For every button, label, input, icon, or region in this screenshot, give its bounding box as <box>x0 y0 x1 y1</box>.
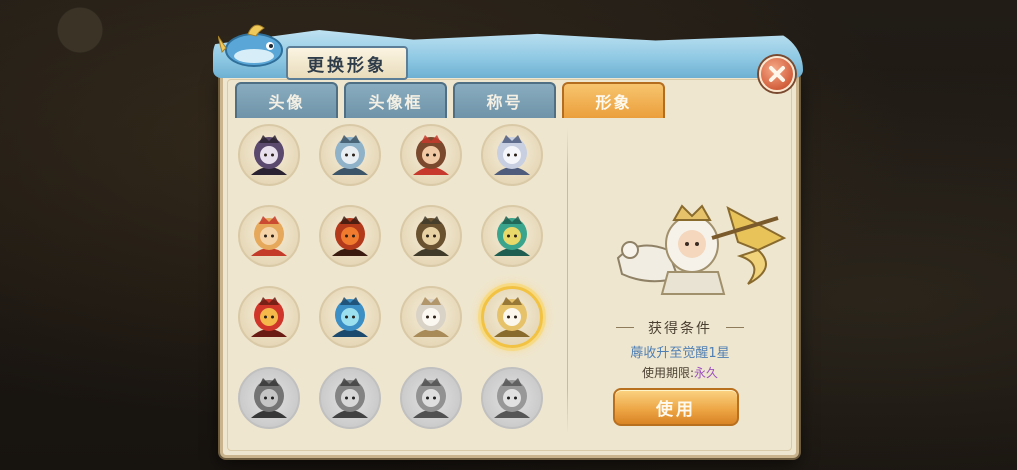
appearance-slot[interactable] <box>319 205 381 267</box>
appearance-grid-panel[interactable] <box>230 120 566 440</box>
appearance-slot[interactable] <box>319 286 381 348</box>
appearance-slot[interactable] <box>319 367 381 429</box>
appearance-slot[interactable] <box>481 367 543 429</box>
hero-horned-warrior-icon <box>413 216 449 256</box>
appearance-slot[interactable] <box>481 205 543 267</box>
hero-silver-armored-icon <box>332 135 368 175</box>
appearance-slot[interactable] <box>238 367 300 429</box>
hero-monk-icon <box>251 216 287 256</box>
hero-fox-ear-girl-icon <box>413 135 449 175</box>
hero-red-dragon-icon <box>251 297 287 337</box>
appearance-slot[interactable] <box>400 286 462 348</box>
hero-golden-crown-icon <box>494 297 530 337</box>
hero-armored-general-icon <box>251 378 287 418</box>
appearance-slot[interactable] <box>238 205 300 267</box>
period-label: 使用期限: <box>641 366 695 380</box>
hero-long-hair-icon <box>332 378 368 418</box>
use-button[interactable]: 使用 <box>613 388 739 426</box>
hero-white-fox-icon <box>413 297 449 337</box>
fish-mascot-icon <box>218 24 283 67</box>
condition-title: 获得条件 <box>616 318 744 338</box>
appearance-slot[interactable] <box>400 124 462 186</box>
tab-avatar[interactable]: 头像 <box>235 82 338 118</box>
appearance-slot[interactable] <box>481 124 543 186</box>
tab-avatar-frame[interactable]: 头像框 <box>344 82 447 118</box>
hero-twin-tail-icon <box>413 378 449 418</box>
close-icon <box>769 66 785 82</box>
appearance-slot[interactable] <box>238 286 300 348</box>
hero-wild-mane-icon <box>494 378 530 418</box>
hero-fire-beast-icon <box>332 216 368 256</box>
hero-golden-crown-full-figure-icon <box>616 204 787 295</box>
hero-azure-dragon-icon <box>332 297 368 337</box>
condition-text: 蓐收升至觉醒1星 <box>630 346 730 361</box>
appearance-slot[interactable] <box>481 286 543 348</box>
hero-dark-bearded-icon <box>251 135 287 175</box>
appearance-slot[interactable] <box>319 124 381 186</box>
close-button[interactable] <box>759 56 795 92</box>
tab-title[interactable]: 称号 <box>453 82 556 118</box>
appearance-slot[interactable] <box>400 367 462 429</box>
appearance-slot[interactable] <box>238 124 300 186</box>
appearance-grid <box>238 124 543 429</box>
dialog-title: 更换形象 <box>286 46 408 80</box>
appearance-slot[interactable] <box>400 205 462 267</box>
period-value: 永久 <box>694 366 719 380</box>
hero-white-hair-icon <box>494 135 530 175</box>
tab-appearance[interactable]: 形象 <box>562 82 665 118</box>
panel-divider <box>567 128 568 434</box>
hero-green-dragon-icon <box>494 216 530 256</box>
usage-period: 使用期限:永久 <box>606 364 754 381</box>
tab-bar: 头像 头像框 称号 形象 <box>235 82 665 118</box>
